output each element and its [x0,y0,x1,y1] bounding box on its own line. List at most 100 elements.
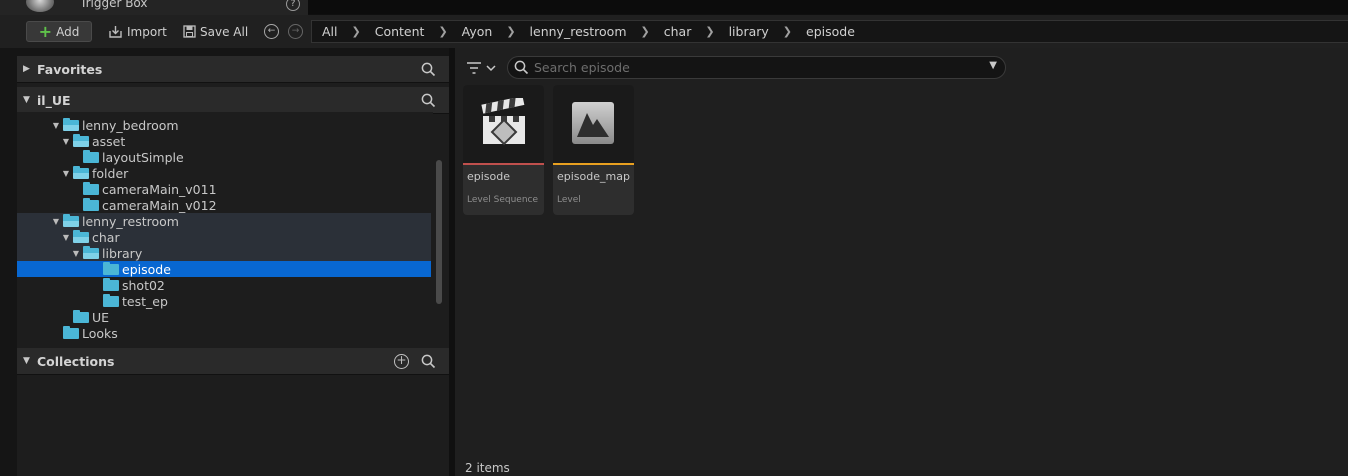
tree-item[interactable]: layoutSimple [17,149,431,165]
expanded-arrow-icon[interactable]: ▼ [61,169,71,178]
tree-item-label: Looks [82,325,118,341]
tree-item-label: library [102,245,143,261]
tree-item-label: test_ep [122,293,168,309]
tree-scrollbar[interactable] [436,160,442,304]
asset-view-panel: ▼ episode Level Sequence [455,48,1348,476]
tree-item[interactable]: cameraMain_v011 [17,181,431,197]
asset-name: episode [467,170,511,183]
sources-panel: ▶ Favorites ▼ il_UE ▼ lenny_bedroom ▼ asset… [17,56,449,476]
expanded-arrow-icon[interactable]: ▼ [61,233,71,242]
tree-item-label: char [92,229,120,245]
search-icon[interactable] [421,62,436,77]
tree-item-label: lenny_restroom [82,213,179,229]
tree-item[interactable]: ▼ char [17,229,431,245]
folder-tree: ▼ lenny_bedroom ▼ asset layoutSimple ▼ folder c… [17,112,433,346]
expanded-arrow-icon[interactable]: ▼ [51,217,61,226]
tree-item[interactable]: ▼ asset [17,133,431,149]
collections-title: Collections [37,353,115,369]
folder-icon [103,293,119,307]
asset-type: Level [557,195,581,205]
asset-tile[interactable]: episode Level Sequence [463,85,544,215]
tree-item-label: lenny_bedroom [82,117,179,133]
tree-item-label: episode [122,261,171,277]
asset-thumbnail [463,85,544,163]
item-count: 2 items [465,461,510,475]
tree-item[interactable]: ▼ library [17,245,431,261]
import-button[interactable]: Import [104,21,171,42]
add-button[interactable]: + Add [26,21,92,42]
folder-icon [63,325,79,339]
breadcrumb-item[interactable]: lenny_restroom [530,24,627,39]
project-header[interactable]: ▼ il_UE [17,87,449,114]
folder-icon [103,277,119,291]
tree-item[interactable]: episode [17,261,431,277]
add-collection-icon[interactable]: + [394,354,409,369]
filter-button[interactable] [465,58,499,78]
open-folder-icon [63,213,79,227]
search-icon [514,60,529,75]
expanded-arrow-icon[interactable]: ▼ [71,249,81,258]
expanded-arrow-icon[interactable]: ▼ [23,95,37,105]
tree-item[interactable]: cameraMain_v012 [17,197,431,213]
breadcrumb-chevron-icon[interactable]: ❯ [705,25,714,38]
breadcrumb-chevron-icon[interactable]: ❯ [438,25,447,38]
save-all-button[interactable]: Save All [179,21,252,42]
search-icon[interactable] [421,354,436,369]
import-button-label: Import [127,24,167,39]
tree-item-label: asset [92,133,126,149]
save-all-button-label: Save All [200,24,249,39]
tree-item-label: folder [92,165,129,181]
open-folder-icon [73,133,89,147]
breadcrumb-chevron-icon[interactable]: ❯ [506,25,515,38]
back-arrow-icon[interactable]: ← [264,24,279,39]
search-icon[interactable] [421,93,436,108]
breadcrumb-chevron-icon[interactable]: ❯ [641,25,650,38]
folder-icon [73,309,89,323]
breadcrumb-chevron-icon[interactable]: ❯ [783,25,792,38]
breadcrumb-item[interactable]: Content [375,24,425,39]
open-folder-icon [73,165,89,179]
folder-icon [83,181,99,195]
collections-header[interactable]: ▼ Collections + [17,348,449,375]
tree-item[interactable]: ▼ folder [17,165,431,181]
import-icon [109,25,122,38]
search-input[interactable] [534,60,954,75]
plus-icon: + [38,21,53,41]
expanded-arrow-icon[interactable]: ▼ [23,356,37,366]
clapperboard-icon [481,98,525,146]
breadcrumb-item[interactable]: episode [806,24,855,39]
tree-item[interactable]: UE [17,309,431,325]
trigger-box-icon [26,0,54,12]
viewport-strip [308,0,1348,14]
asset-type: Level Sequence [467,195,539,205]
content-browser-toolbar: + Add Import Save All ← → All ❯ Content ❯ … [0,15,1348,48]
tree-item[interactable]: ▼ lenny_bedroom [17,117,431,133]
collapsed-arrow-icon[interactable]: ▶ [23,64,37,74]
save-icon [183,25,196,38]
expanded-arrow-icon[interactable]: ▼ [51,121,61,130]
tree-item[interactable]: test_ep [17,293,431,309]
asset-thumbnail [553,85,634,163]
tree-item[interactable]: Looks [17,325,431,341]
tree-item-label: cameraMain_v012 [102,197,217,213]
forward-arrow-icon[interactable]: → [288,24,303,39]
favorites-header[interactable]: ▶ Favorites [17,56,449,83]
expanded-arrow-icon[interactable]: ▼ [61,137,71,146]
folder-icon [83,149,99,163]
placement-panel-item[interactable]: Trigger Box ? [0,0,308,15]
breadcrumb-item[interactable]: Ayon [462,24,493,39]
open-folder-icon [63,117,79,131]
breadcrumb-item[interactable]: All [322,24,338,39]
open-folder-icon [73,229,89,243]
chevron-down-icon[interactable]: ▼ [989,60,997,71]
tree-item-label: layoutSimple [102,149,184,165]
breadcrumb-chevron-icon[interactable]: ❯ [352,25,361,38]
breadcrumb-item[interactable]: char [664,24,692,39]
favorites-title: Favorites [37,61,103,77]
tree-item[interactable]: shot02 [17,277,431,293]
tree-item[interactable]: ▼ lenny_restroom [17,213,431,229]
breadcrumb-item[interactable]: library [729,24,769,39]
asset-tile[interactable]: episode_map Level [553,85,634,215]
trigger-box-label: Trigger Box [80,0,148,10]
help-icon[interactable]: ? [286,0,300,11]
